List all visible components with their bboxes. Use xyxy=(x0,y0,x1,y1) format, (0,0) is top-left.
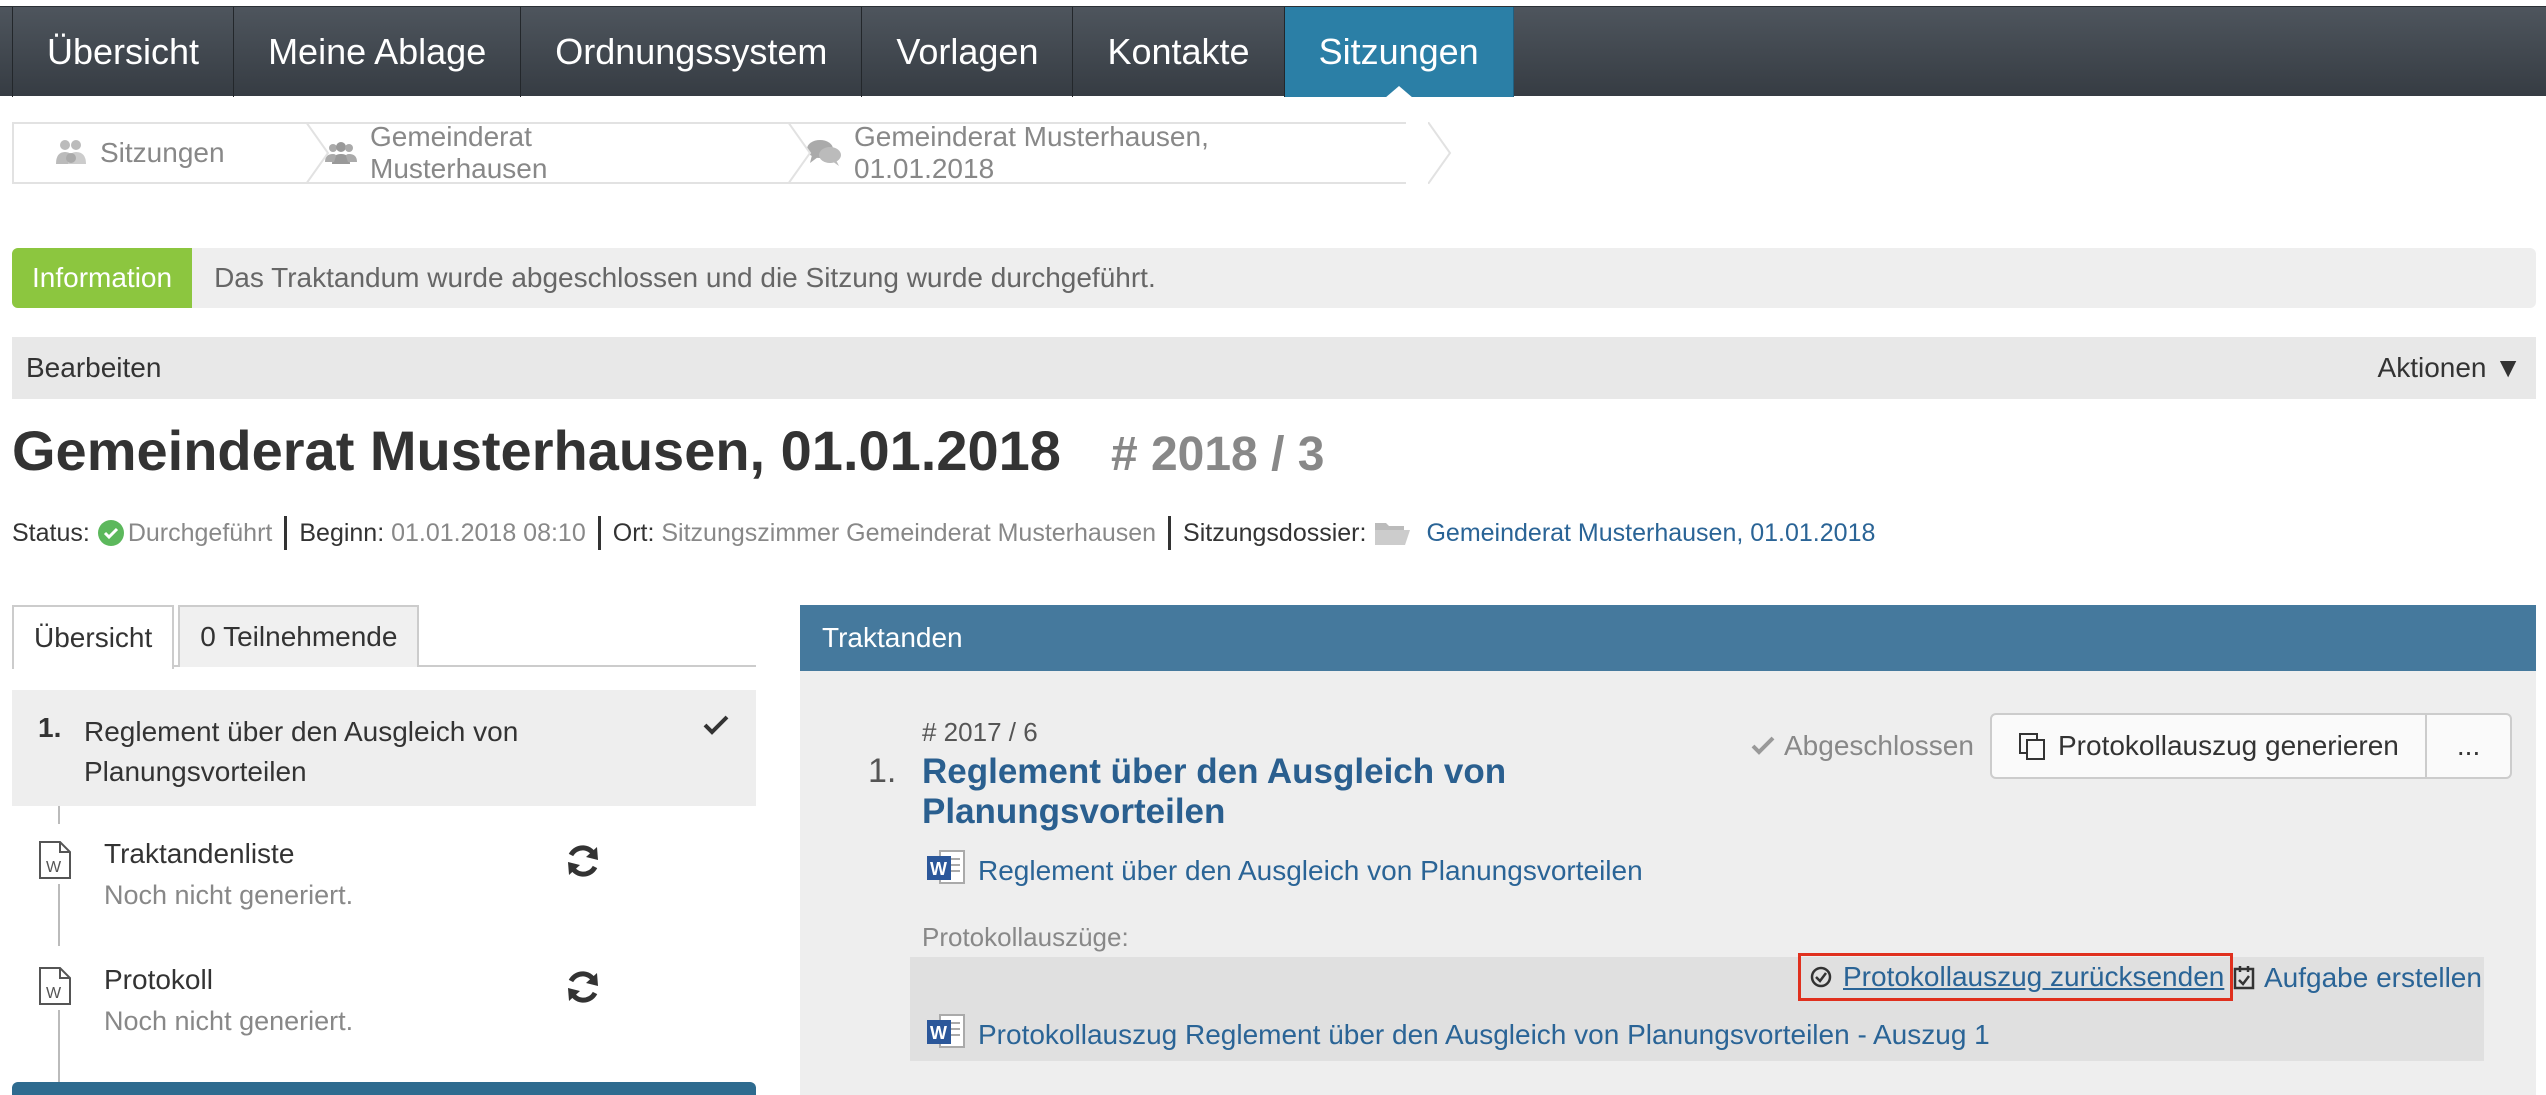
generate-excerpt-button[interactable]: Protokollauszug generieren xyxy=(1990,713,2427,779)
checkmark-icon xyxy=(1750,735,1776,757)
actions-dropdown[interactable]: Aktionen ▼ xyxy=(2378,352,2522,384)
word-document-icon: W xyxy=(38,966,72,1011)
agenda-item-document-name: Reglement über den Ausgleich von Planung… xyxy=(978,854,1643,886)
word-document-icon: W xyxy=(38,840,72,885)
document-name[interactable]: Protokoll xyxy=(104,964,213,996)
task-icon xyxy=(2232,965,2256,991)
nav-item-contacts[interactable]: Kontakte xyxy=(1073,7,1285,97)
begin-label: Beginn: xyxy=(299,518,385,547)
agenda-item-reference: # 2017 / 6 xyxy=(922,717,1038,747)
svg-text:W: W xyxy=(930,1023,947,1043)
refresh-icon[interactable] xyxy=(564,968,602,1011)
divider xyxy=(1168,516,1172,550)
breadcrumb-item-meetings[interactable]: Sitzungen xyxy=(12,122,330,184)
main-navigation: Übersicht Meine Ablage Ordnungssystem Vo… xyxy=(0,6,2546,98)
agenda-panel-header: Traktanden xyxy=(800,605,2536,671)
svg-text:W: W xyxy=(930,859,947,879)
info-label: Information xyxy=(12,248,193,308)
document-row-agenda-list: W Traktandenliste Noch nicht generiert. xyxy=(12,830,756,940)
agenda-item-status-label: Abgeschlossen xyxy=(1784,730,1974,761)
send-back-excerpt-link[interactable]: Protokollauszug zurücksenden xyxy=(1798,953,2234,1001)
meeting-number: # 2018 / 3 xyxy=(1110,428,1325,481)
create-task-link[interactable]: Aufgabe erstellen xyxy=(2232,962,2482,994)
breadcrumb-label: Sitzungen xyxy=(100,137,225,168)
agenda-item-title-link[interactable]: Reglement über den Ausgleich von Planung… xyxy=(922,752,1642,832)
folder-icon xyxy=(1374,520,1412,546)
dossier-label: Sitzungsdossier: xyxy=(1183,518,1367,547)
timeline-line xyxy=(58,806,60,824)
edit-bar: Bearbeiten Aktionen ▼ xyxy=(12,337,2536,399)
document-name[interactable]: Traktandenliste xyxy=(104,838,294,870)
agenda-item-title: Reglement über den Ausgleich von Planung… xyxy=(84,712,518,792)
begin-value: 01.01.2018 08:10 xyxy=(391,518,586,547)
agenda-item-index: 1. xyxy=(868,752,897,790)
check-circle-icon xyxy=(97,520,124,546)
excerpt-document-name: Protokollauszug Reglement über den Ausgl… xyxy=(978,1018,1990,1050)
nav-item-templates[interactable]: Vorlagen xyxy=(862,7,1074,97)
place-value: Sitzungszimmer Gemeinderat Musterhausen xyxy=(661,518,1157,547)
meeting-metadata: Status: Durchgeführt Beginn: 01.01.2018 … xyxy=(12,516,1875,550)
nav-item-meetings[interactable]: Sitzungen xyxy=(1284,7,1514,98)
svg-text:W: W xyxy=(46,859,62,876)
info-text: Das Traktandum wurde abgeschlossen und d… xyxy=(214,262,1156,293)
word-icon: W xyxy=(926,848,966,893)
excerpt-document[interactable]: W Protokollauszug Reglement über den Aus… xyxy=(926,1012,1990,1057)
nav-item-repository[interactable]: Ordnungssystem xyxy=(521,7,863,97)
refresh-icon[interactable] xyxy=(564,842,602,885)
breadcrumb-label: Gemeinderat Musterhausen, 01.01.2018 xyxy=(854,121,1209,184)
breadcrumb-item-meeting[interactable]: Gemeinderat Musterhausen, 01.01.2018 xyxy=(766,121,1452,184)
agenda-list-item[interactable]: 1. Reglement über den Ausgleich von Plan… xyxy=(12,690,756,806)
meeting-title: Gemeinderat Musterhausen, 01.01.2018 xyxy=(12,419,1061,482)
document-status: Noch nicht generiert. xyxy=(104,1006,354,1036)
agenda-panel-title: Traktanden xyxy=(822,622,963,653)
agenda-item-status: Abgeschlossen xyxy=(1750,730,1974,762)
breadcrumb-item-committee[interactable]: Gemeinderat Musterhausen xyxy=(284,121,812,184)
document-status: Noch nicht generiert. xyxy=(104,880,354,910)
edit-button[interactable]: Bearbeiten xyxy=(26,352,161,384)
breadcrumb-label: Gemeinderat Musterhausen xyxy=(370,121,548,184)
left-tabs: Übersicht 0 Teilnehmende xyxy=(12,605,756,669)
page-title: Gemeinderat Musterhausen, 01.01.2018 # 2… xyxy=(12,418,1324,483)
agenda-item-number: 1. xyxy=(38,712,62,743)
meetings-icon xyxy=(54,138,88,168)
agenda-item-title-line2: Planungsvorteilen xyxy=(84,756,307,787)
divider xyxy=(597,516,601,550)
divider xyxy=(284,516,288,550)
check-circle-outline-icon xyxy=(1809,965,1833,989)
agenda-item-document[interactable]: W Reglement über den Ausgleich von Planu… xyxy=(926,848,1643,893)
status-label: Status: xyxy=(12,518,90,547)
dossier-link[interactable]: Gemeinderat Musterhausen, 01.01.2018 xyxy=(1426,519,1875,548)
info-message: Information Das Traktandum wurde abgesch… xyxy=(12,248,2536,308)
excerpts-label: Protokollauszüge: xyxy=(922,922,1129,952)
checkmark-icon xyxy=(702,712,730,744)
send-back-excerpt-label: Protokollauszug zurücksenden xyxy=(1843,961,2225,992)
more-actions-button[interactable]: ... xyxy=(2426,713,2513,779)
place-label: Ort: xyxy=(612,518,655,547)
tab-participants[interactable]: 0 Teilnehmende xyxy=(178,605,420,667)
tab-overview[interactable]: Übersicht xyxy=(12,605,175,669)
status-value: Durchgeführt xyxy=(127,518,273,547)
svg-text:W: W xyxy=(46,985,62,1002)
agenda-item-title-line1: Reglement über den Ausgleich von xyxy=(84,716,519,747)
nav-item-overview[interactable]: Übersicht xyxy=(12,7,235,97)
generate-excerpt-label: Protokollauszug generieren xyxy=(2058,730,2399,761)
nav-item-my-storage[interactable]: Meine Ablage xyxy=(234,7,522,97)
excerpt-button-group: Protokollauszug generieren ... xyxy=(1990,713,2513,779)
copy-icon xyxy=(2018,732,2046,760)
word-icon: W xyxy=(926,1012,966,1057)
left-panel-bottom-bar xyxy=(12,1082,756,1095)
create-task-label: Aufgabe erstellen xyxy=(2264,962,2482,993)
breadcrumb: Sitzungen Gemeinderat Musterhausen Gemei… xyxy=(12,121,1452,184)
document-row-protocol: W Protokoll Noch nicht generiert. xyxy=(12,956,756,1066)
